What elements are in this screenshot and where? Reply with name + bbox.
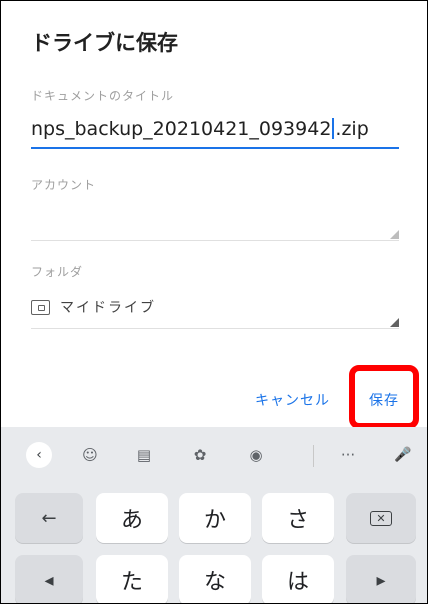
save-to-drive-dialog: ドライブに保存 ドキュメントのタイトル nps_backup_20210421_… [1, 1, 427, 429]
document-title-text: nps_backup_20210421_093942 [31, 118, 332, 140]
folder-select[interactable]: マイドライブ [31, 297, 156, 317]
key-ha[interactable]: は [262, 555, 334, 603]
folder-label: フォルダ [31, 265, 84, 279]
document-title-input[interactable]: nps_backup_20210421_093942 .zip [31, 118, 369, 140]
more-icon[interactable]: ··· [334, 441, 362, 469]
key-na[interactable]: な [179, 555, 251, 603]
sticker-icon[interactable]: ☺ [76, 441, 104, 469]
clipboard-icon[interactable]: ▤ [130, 441, 158, 469]
key-cursor-right[interactable]: ▸ [346, 555, 416, 603]
microphone-icon[interactable]: 🎤 [389, 441, 417, 469]
cancel-button[interactable]: キャンセル [255, 390, 330, 410]
key-left-arrow[interactable]: ← [15, 493, 83, 543]
key-sa[interactable]: さ [262, 493, 334, 543]
backspace-key[interactable]: ✕ [346, 493, 416, 543]
screen: ドライブに保存 ドキュメントのタイトル nps_backup_20210421_… [0, 0, 428, 604]
keyboard-back-button[interactable]: ‹ [25, 441, 53, 469]
document-title-underline [31, 147, 399, 149]
key-ta[interactable]: た [96, 555, 168, 603]
keyboard: ‹ ☺ ▤ ✿ ◉ ··· 🎤 ← あ か さ ✕ ◂ た な は ▸ [1, 427, 427, 603]
account-dropdown-icon[interactable] [390, 230, 399, 239]
theme-palette-icon[interactable]: ◉ [242, 441, 270, 469]
settings-gear-icon[interactable]: ✿ [186, 441, 214, 469]
keyboard-toolbar: ‹ ☺ ▤ ✿ ◉ ··· 🎤 [1, 427, 427, 483]
folder-name: マイドライブ [60, 300, 156, 316]
key-cursor-left[interactable]: ◂ [15, 555, 83, 603]
drive-folder-icon [31, 299, 50, 315]
save-button-highlight [349, 365, 419, 429]
backspace-icon: ✕ [370, 510, 392, 526]
toolbar-divider [313, 445, 314, 467]
account-label: アカウント [31, 178, 97, 192]
folder-dropdown-icon[interactable] [390, 318, 399, 327]
key-ka[interactable]: か [179, 493, 251, 543]
document-title-label: ドキュメントのタイトル [31, 89, 175, 103]
key-a[interactable]: あ [96, 493, 168, 543]
chevron-left-icon: ‹ [26, 442, 52, 468]
document-title-extension: .zip [335, 118, 369, 140]
folder-underline [31, 328, 399, 329]
account-underline [31, 240, 399, 241]
dialog-title: ドライブに保存 [31, 31, 178, 55]
